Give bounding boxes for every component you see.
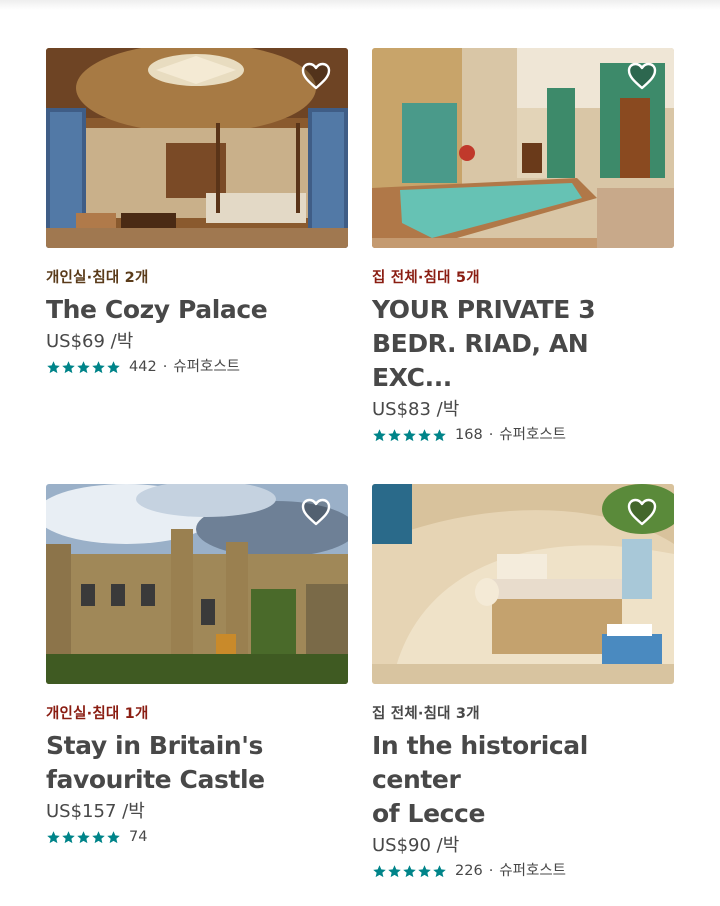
- star-icon: [402, 864, 417, 879]
- separator-dot: ·: [488, 863, 494, 879]
- star-icon: [106, 830, 121, 845]
- star-icon: [372, 864, 387, 879]
- listing-title[interactable]: Stay in Britain's favourite Castle: [46, 729, 348, 797]
- listing-price: US$83 /박: [372, 399, 460, 420]
- save-listing-button[interactable]: [626, 60, 658, 92]
- heart-outline-icon: [301, 62, 331, 90]
- heart-outline-icon: [627, 498, 657, 526]
- star-icon: [46, 830, 61, 845]
- heart-outline-icon: [627, 62, 657, 90]
- listing-title-line: favourite Castle: [46, 765, 265, 794]
- review-count: 74: [129, 829, 148, 845]
- superhost-label: 슈퍼호스트: [499, 863, 566, 879]
- superhost-label: 슈퍼호스트: [499, 427, 566, 443]
- listings-grid: 개인실·침대 2개 The Cozy Palace US$69 /박 442 ·…: [0, 0, 720, 906]
- review-count: 442: [129, 359, 157, 375]
- star-icon: [402, 428, 417, 443]
- star-rating: [46, 830, 121, 845]
- heart-outline-icon: [301, 498, 331, 526]
- star-rating: [372, 864, 447, 879]
- listing-price: US$157 /박: [46, 801, 145, 822]
- listing-rating: 442 · 슈퍼호스트: [46, 357, 348, 377]
- save-listing-button[interactable]: [300, 60, 332, 92]
- listing-card[interactable]: 개인실·침대 2개 The Cozy Palace US$69 /박 442 ·…: [46, 48, 348, 377]
- star-icon: [387, 428, 402, 443]
- listing-type: 집 전체·침대 3개: [372, 706, 480, 722]
- star-icon: [387, 864, 402, 879]
- superhost-label: 슈퍼호스트: [173, 359, 240, 375]
- star-rating: [46, 360, 121, 375]
- star-icon: [46, 360, 61, 375]
- listing-title-line: of Lecce: [372, 799, 486, 828]
- save-listing-button[interactable]: [300, 496, 332, 528]
- star-icon: [76, 360, 91, 375]
- star-icon: [106, 360, 121, 375]
- star-icon: [372, 428, 387, 443]
- listing-type: 개인실·침대 2개: [46, 270, 149, 286]
- listing-title-line: YOUR PRIVATE 3: [372, 295, 596, 324]
- star-icon: [61, 830, 76, 845]
- listing-photo[interactable]: [372, 48, 674, 248]
- listing-title-line: In the historical center: [372, 731, 588, 794]
- star-icon: [91, 830, 106, 845]
- listing-type: 개인실·침대 1개: [46, 706, 149, 722]
- listing-rating: 226 · 슈퍼호스트: [372, 861, 674, 881]
- star-icon: [417, 428, 432, 443]
- listing-photo[interactable]: [372, 484, 674, 684]
- star-icon: [91, 360, 106, 375]
- listing-title-line: The Cozy Palace: [46, 295, 268, 324]
- listing-title[interactable]: YOUR PRIVATE 3 BEDR. RIAD, AN EXC...: [372, 293, 674, 395]
- review-count: 226: [455, 863, 483, 879]
- listing-price: US$90 /박: [372, 835, 460, 856]
- listing-title[interactable]: The Cozy Palace: [46, 293, 348, 327]
- listing-photo[interactable]: [46, 48, 348, 248]
- listing-title-line: BEDR. RIAD, AN EXC...: [372, 329, 589, 392]
- star-icon: [76, 830, 91, 845]
- star-icon: [417, 864, 432, 879]
- listing-card[interactable]: 개인실·침대 1개 Stay in Britain's favourite Ca…: [46, 484, 348, 847]
- review-count: 168: [455, 427, 483, 443]
- listing-card[interactable]: 집 전체·침대 5개 YOUR PRIVATE 3 BEDR. RIAD, AN…: [372, 48, 674, 445]
- listing-title[interactable]: In the historical center of Lecce: [372, 729, 674, 831]
- separator-dot: ·: [162, 359, 168, 375]
- listing-type: 집 전체·침대 5개: [372, 270, 480, 286]
- star-rating: [372, 428, 447, 443]
- star-icon: [61, 360, 76, 375]
- star-icon: [432, 864, 447, 879]
- listing-card[interactable]: 집 전체·침대 3개 In the historical center of L…: [372, 484, 674, 881]
- save-listing-button[interactable]: [626, 496, 658, 528]
- separator-dot: ·: [488, 427, 494, 443]
- listing-rating: 74: [46, 827, 348, 847]
- listing-title-line: Stay in Britain's: [46, 731, 264, 760]
- star-icon: [432, 428, 447, 443]
- listing-photo[interactable]: [46, 484, 348, 684]
- listing-price: US$69 /박: [46, 331, 134, 352]
- listing-rating: 168 · 슈퍼호스트: [372, 425, 674, 445]
